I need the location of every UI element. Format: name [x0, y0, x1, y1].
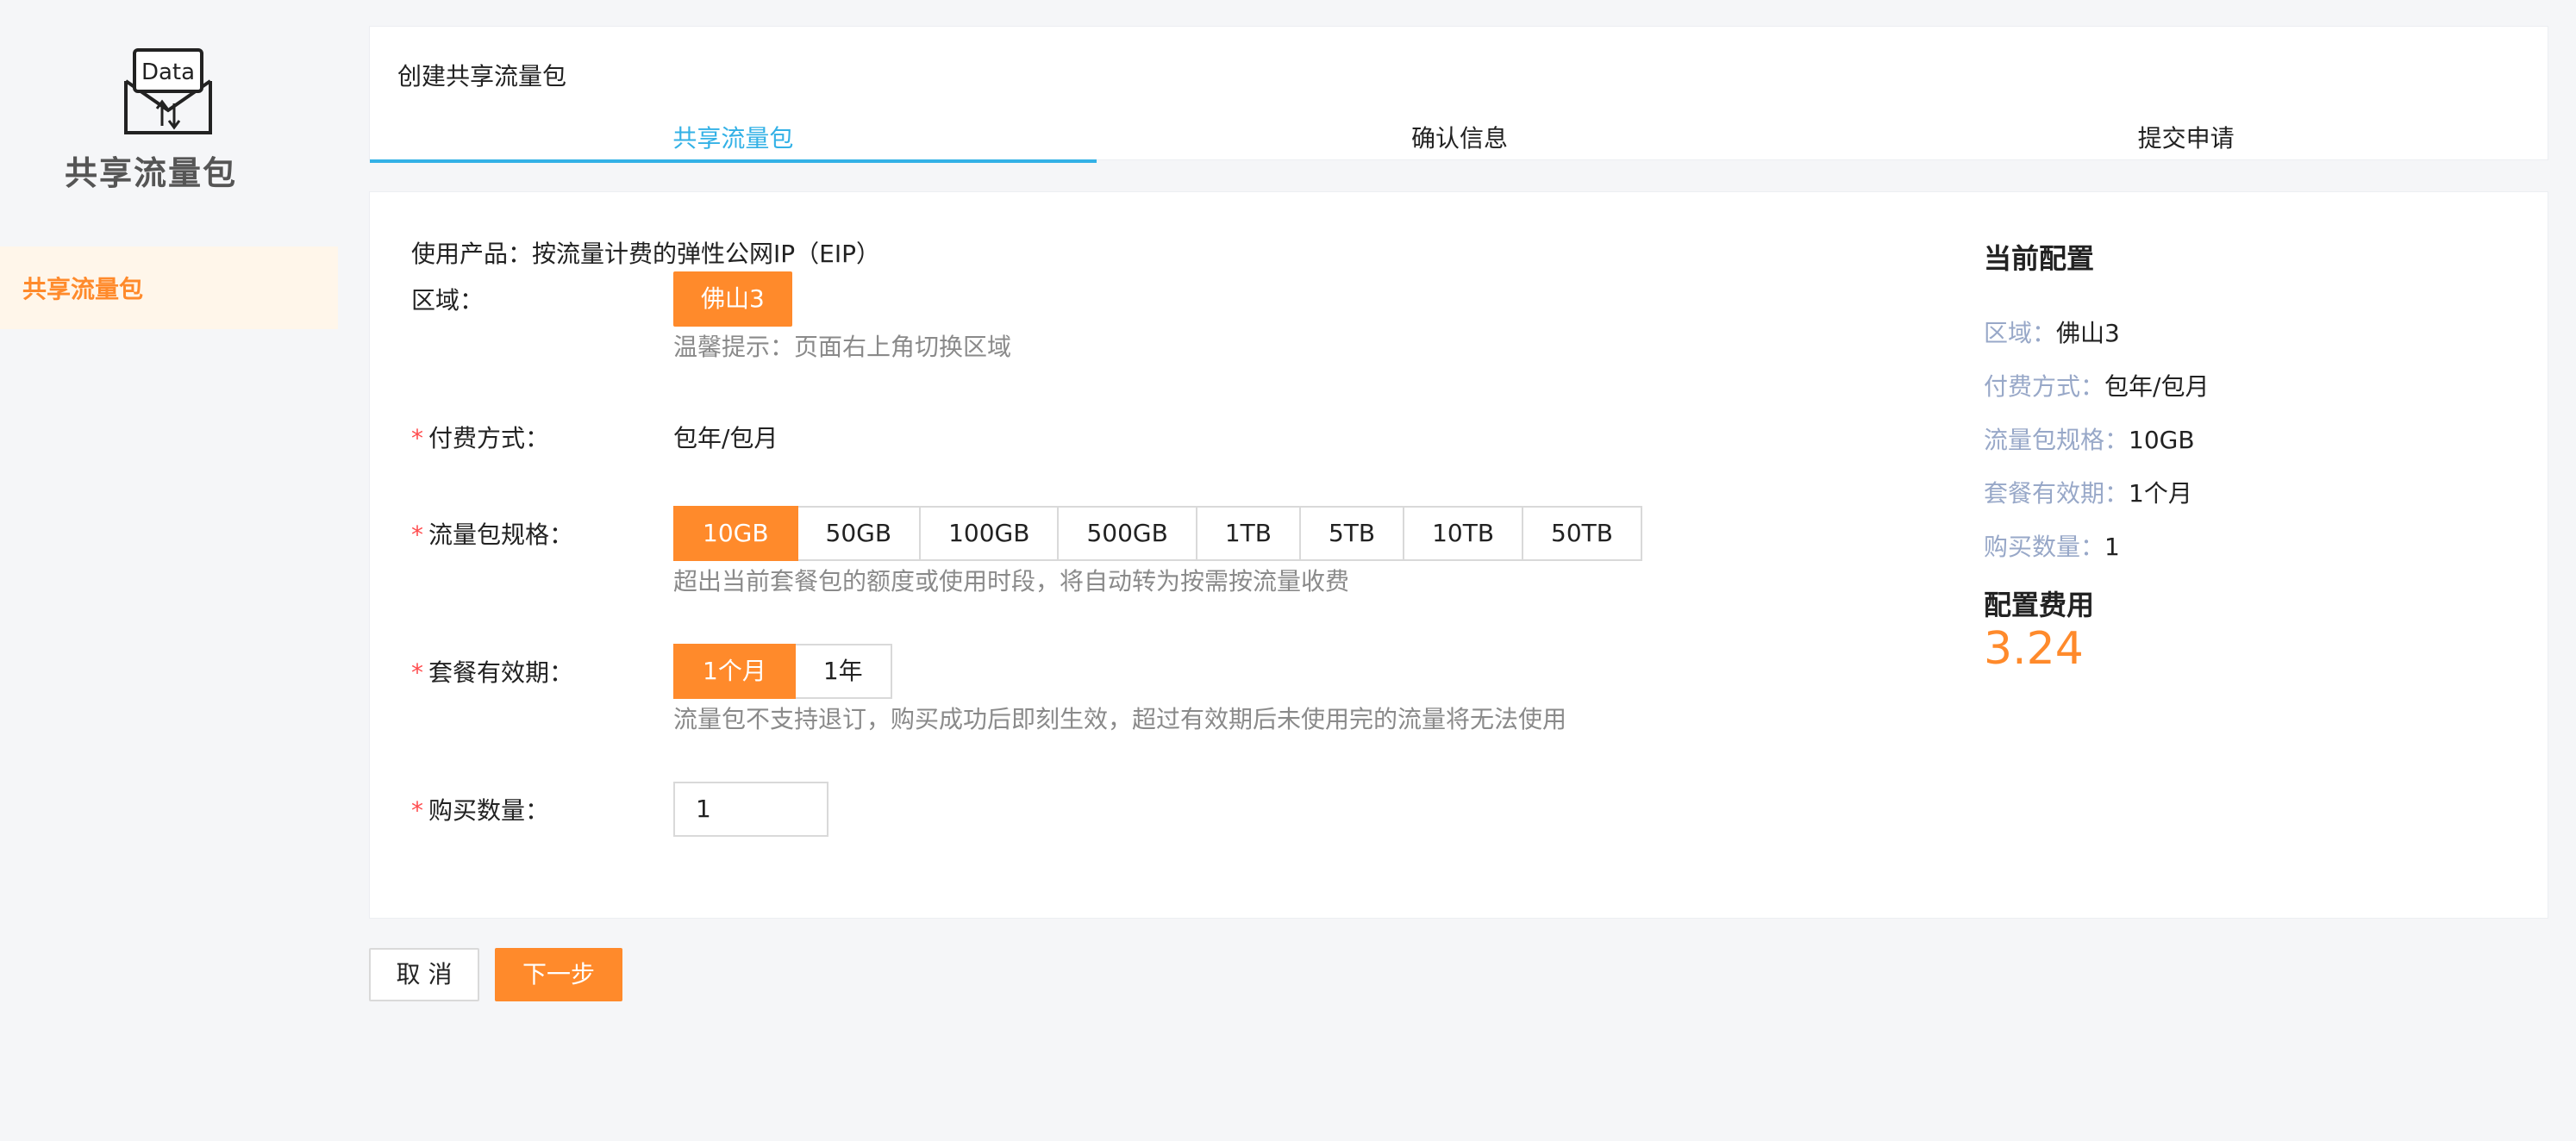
validity-option-1-year[interactable]: 1年 — [795, 644, 892, 699]
required-mark: * — [411, 796, 423, 825]
validity-label: * 套餐有效期： — [411, 654, 573, 689]
region-button[interactable]: 佛山3 — [673, 271, 792, 327]
summary-key: 购买数量： — [1984, 533, 2105, 561]
billing-label: * 付费方式： — [411, 420, 549, 454]
summary-row-billing: 付费方式：包年/包月 — [1984, 368, 2209, 402]
spec-option-1tb[interactable]: 1TB — [1197, 506, 1301, 561]
summary-row-region: 区域：佛山3 — [1984, 315, 2120, 349]
steps-bar: 共享流量包 确认信息 提交申请 — [370, 113, 2549, 163]
sidebar-item-shared-traffic-package[interactable]: 共享流量包 — [0, 246, 338, 329]
validity-options: 1个月 1年 — [673, 644, 892, 699]
spec-option-5tb[interactable]: 5TB — [1300, 506, 1405, 561]
required-mark: * — [411, 658, 423, 687]
form-card: 使用产品：按流量计费的弹性公网IP（EIP） 区域： 佛山3 温馨提示：页面右上… — [369, 191, 2548, 919]
summary-value: 1 — [2104, 533, 2120, 561]
spec-option-100gb[interactable]: 100GB — [921, 506, 1060, 561]
validity-option-1-month[interactable]: 1个月 — [673, 644, 796, 699]
cost-value: 3.24 — [1984, 623, 2084, 675]
quantity-label-text: 购买数量： — [428, 796, 550, 825]
next-step-button[interactable]: 下一步 — [495, 948, 622, 1001]
data-package-icon: Data — [122, 47, 214, 136]
summary-value: 佛山3 — [2056, 319, 2120, 347]
summary-row-validity: 套餐有效期：1个月 — [1984, 475, 2192, 509]
summary-row-spec: 流量包规格：10GB — [1984, 421, 2195, 456]
quantity-input[interactable]: 1 — [673, 782, 828, 837]
summary-value: 10GB — [2129, 426, 2195, 454]
summary-key: 付费方式： — [1984, 372, 2105, 401]
cost-label: 配置费用 — [1984, 589, 2095, 621]
region-hint: 温馨提示：页面右上角切换区域 — [673, 333, 1012, 361]
step-shared-traffic-package[interactable]: 共享流量包 — [370, 113, 1097, 163]
spec-option-500gb[interactable]: 500GB — [1059, 506, 1197, 561]
summary-row-quantity: 购买数量：1 — [1984, 528, 2120, 563]
spec-hint: 超出当前套餐包的额度或使用时段，将自动转为按需按流量收费 — [673, 567, 1350, 595]
validity-label-text: 套餐有效期： — [428, 658, 574, 687]
spec-label-text: 流量包规格： — [428, 521, 574, 549]
quantity-label: * 购买数量： — [411, 792, 549, 826]
spec-option-50gb[interactable]: 50GB — [797, 506, 922, 561]
spec-option-10tb[interactable]: 10TB — [1404, 506, 1524, 561]
spec-options: 10GB 50GB 100GB 500GB 1TB 5TB 10TB 50TB — [673, 506, 1642, 561]
summary-key: 流量包规格： — [1984, 426, 2129, 454]
logo-title: 共享流量包 — [64, 154, 237, 192]
spec-label: * 流量包规格： — [411, 516, 573, 551]
page-title: 创建共享流量包 — [397, 62, 567, 90]
validity-hint: 流量包不支持退订，购买成功后即刻生效，超过有效期后未使用完的流量将无法使用 — [673, 705, 1567, 733]
summary-value: 包年/包月 — [2104, 372, 2210, 401]
required-mark: * — [411, 521, 423, 549]
svg-text:Data: Data — [141, 59, 195, 85]
billing-value: 包年/包月 — [673, 424, 778, 452]
header-card: 创建共享流量包 共享流量包 确认信息 提交申请 — [369, 26, 2549, 163]
summary-value: 1个月 — [2129, 479, 2192, 508]
region-label: 区域： — [411, 286, 485, 315]
sidebar-item-label: 共享流量包 — [22, 275, 144, 303]
summary-title: 当前配置 — [1984, 242, 2095, 275]
summary-key: 套餐有效期： — [1984, 479, 2129, 508]
spec-option-50tb[interactable]: 50TB — [1523, 506, 1642, 561]
product-info: 使用产品：按流量计费的弹性公网IP（EIP） — [411, 240, 880, 268]
cancel-button[interactable]: 取 消 — [369, 948, 479, 1001]
billing-label-text: 付费方式： — [428, 424, 550, 452]
step-confirm-info[interactable]: 确认信息 — [1097, 113, 1823, 161]
spec-option-10gb[interactable]: 10GB — [673, 506, 798, 561]
required-mark: * — [411, 424, 423, 452]
summary-key: 区域： — [1984, 319, 2057, 347]
sidebar: Data 共享流量包 共享流量包 — [0, 0, 338, 1141]
step-submit-application[interactable]: 提交申请 — [1823, 113, 2549, 161]
